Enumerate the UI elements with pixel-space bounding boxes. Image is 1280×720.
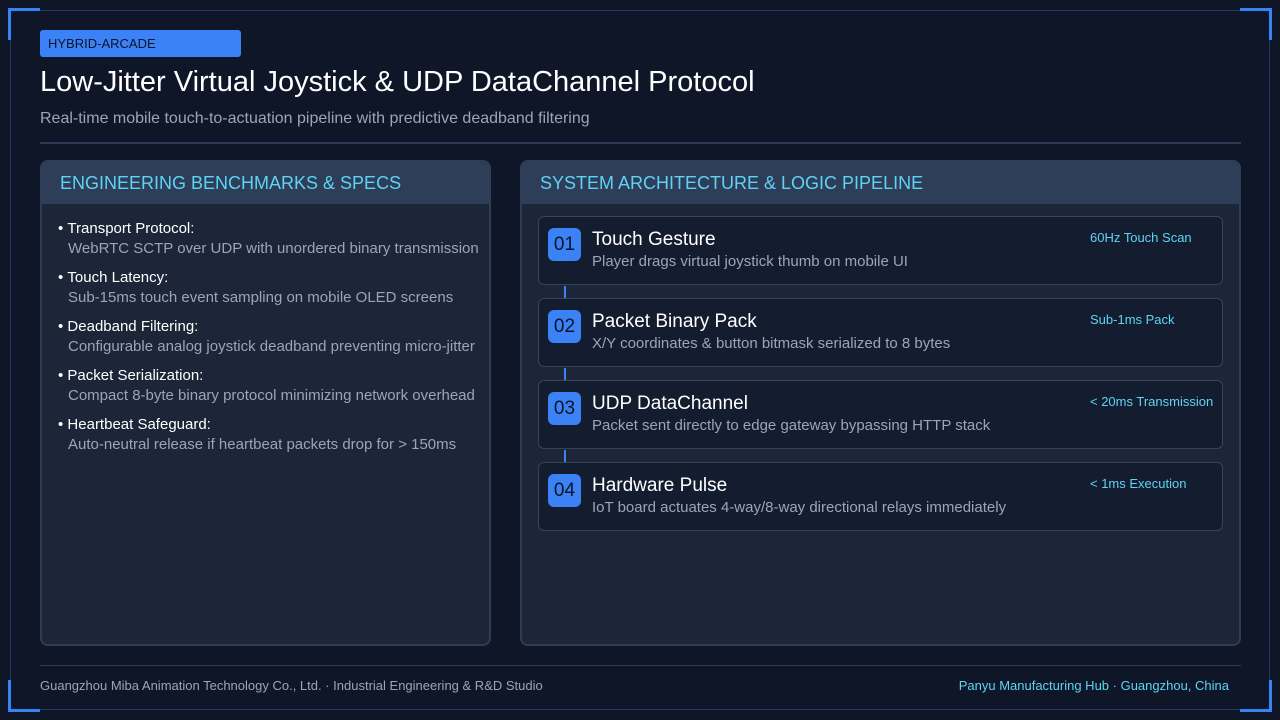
step-title: Packet Binary Pack bbox=[592, 311, 757, 332]
specs-panel: ENGINEERING BENCHMARKS & SPECS Transport… bbox=[40, 160, 491, 646]
pipeline-step-touch-gesture: 01 Touch Gesture Player drags virtual jo… bbox=[538, 216, 1223, 299]
spec-value: Auto-neutral release if heartbeat packet… bbox=[68, 436, 457, 453]
step-title: UDP DataChannel bbox=[592, 393, 748, 414]
spec-value: WebRTC SCTP over UDP with unordered bina… bbox=[68, 240, 479, 257]
step-metric: Sub-1ms Pack bbox=[1090, 312, 1175, 327]
corner-bracket-top-right bbox=[1240, 8, 1272, 40]
step-description: X/Y coordinates & button bitmask seriali… bbox=[592, 335, 951, 352]
page-subtitle: Real-time mobile touch-to-actuation pipe… bbox=[40, 110, 590, 127]
pipeline-step-udp-datachannel: 03 UDP DataChannel Packet sent directly … bbox=[538, 380, 1223, 463]
pipeline-step-packet-binary-pack: 02 Packet Binary Pack X/Y coordinates & … bbox=[538, 298, 1223, 381]
step-metric: < 20ms Transmission bbox=[1090, 394, 1214, 409]
corner-bracket-bottom-left bbox=[8, 680, 40, 712]
step-description: Player drags virtual joystick thumb on m… bbox=[592, 253, 908, 270]
spec-label: Transport Protocol: bbox=[58, 220, 489, 238]
step-number-badge: 04 bbox=[548, 474, 581, 507]
step-number-badge: 03 bbox=[548, 392, 581, 425]
step-title: Hardware Pulse bbox=[592, 475, 728, 496]
specs-panel-heading: ENGINEERING BENCHMARKS & SPECS bbox=[42, 162, 489, 204]
header-divider bbox=[40, 142, 1241, 144]
spec-value: Compact 8-byte binary protocol minimizin… bbox=[68, 387, 475, 404]
spec-item-transport: Transport Protocol: WebRTC SCTP over UDP… bbox=[58, 220, 489, 258]
footer-location: Panyu Manufacturing Hub · Guangzhou, Chi… bbox=[958, 678, 1229, 693]
footer-company: Guangzhou Miba Animation Technology Co.,… bbox=[40, 678, 543, 693]
pipeline-panel-heading: SYSTEM ARCHITECTURE & LOGIC PIPELINE bbox=[522, 162, 1239, 204]
footer-divider bbox=[40, 665, 1241, 666]
specs-list: Transport Protocol: WebRTC SCTP over UDP… bbox=[42, 204, 489, 454]
pipeline-panel: SYSTEM ARCHITECTURE & LOGIC PIPELINE 01 … bbox=[520, 160, 1241, 646]
pipeline-steps: 01 Touch Gesture Player drags virtual jo… bbox=[522, 204, 1239, 531]
spec-item-deadband: Deadband Filtering: Configurable analog … bbox=[58, 318, 489, 356]
step-metric: < 1ms Execution bbox=[1090, 476, 1187, 491]
step-number-badge: 01 bbox=[548, 228, 581, 261]
category-tag: HYBRID-ARCADE bbox=[40, 30, 241, 57]
page-title: Low-Jitter Virtual Joystick & UDP DataCh… bbox=[40, 66, 755, 98]
spec-label: Heartbeat Safeguard: bbox=[58, 416, 489, 434]
step-description: IoT board actuates 4-way/8-way direction… bbox=[592, 499, 1007, 516]
spec-label: Touch Latency: bbox=[58, 269, 489, 287]
spec-label: Deadband Filtering: bbox=[58, 318, 489, 336]
spec-label: Packet Serialization: bbox=[58, 367, 489, 385]
spec-item-serialization: Packet Serialization: Compact 8-byte bin… bbox=[58, 367, 489, 405]
pipeline-step-hardware-pulse: 04 Hardware Pulse IoT board actuates 4-w… bbox=[538, 462, 1223, 531]
spec-value: Sub-15ms touch event sampling on mobile … bbox=[68, 289, 454, 306]
spec-item-heartbeat: Heartbeat Safeguard: Auto-neutral releas… bbox=[58, 416, 489, 454]
step-title: Touch Gesture bbox=[592, 229, 716, 250]
step-description: Packet sent directly to edge gateway byp… bbox=[592, 417, 991, 434]
spec-value: Configurable analog joystick deadband pr… bbox=[68, 338, 475, 355]
spec-item-latency: Touch Latency: Sub-15ms touch event samp… bbox=[58, 269, 489, 307]
corner-bracket-top-left bbox=[8, 8, 40, 40]
corner-bracket-bottom-right bbox=[1240, 680, 1272, 712]
step-number-badge: 02 bbox=[548, 310, 581, 343]
step-metric: 60Hz Touch Scan bbox=[1090, 230, 1192, 245]
